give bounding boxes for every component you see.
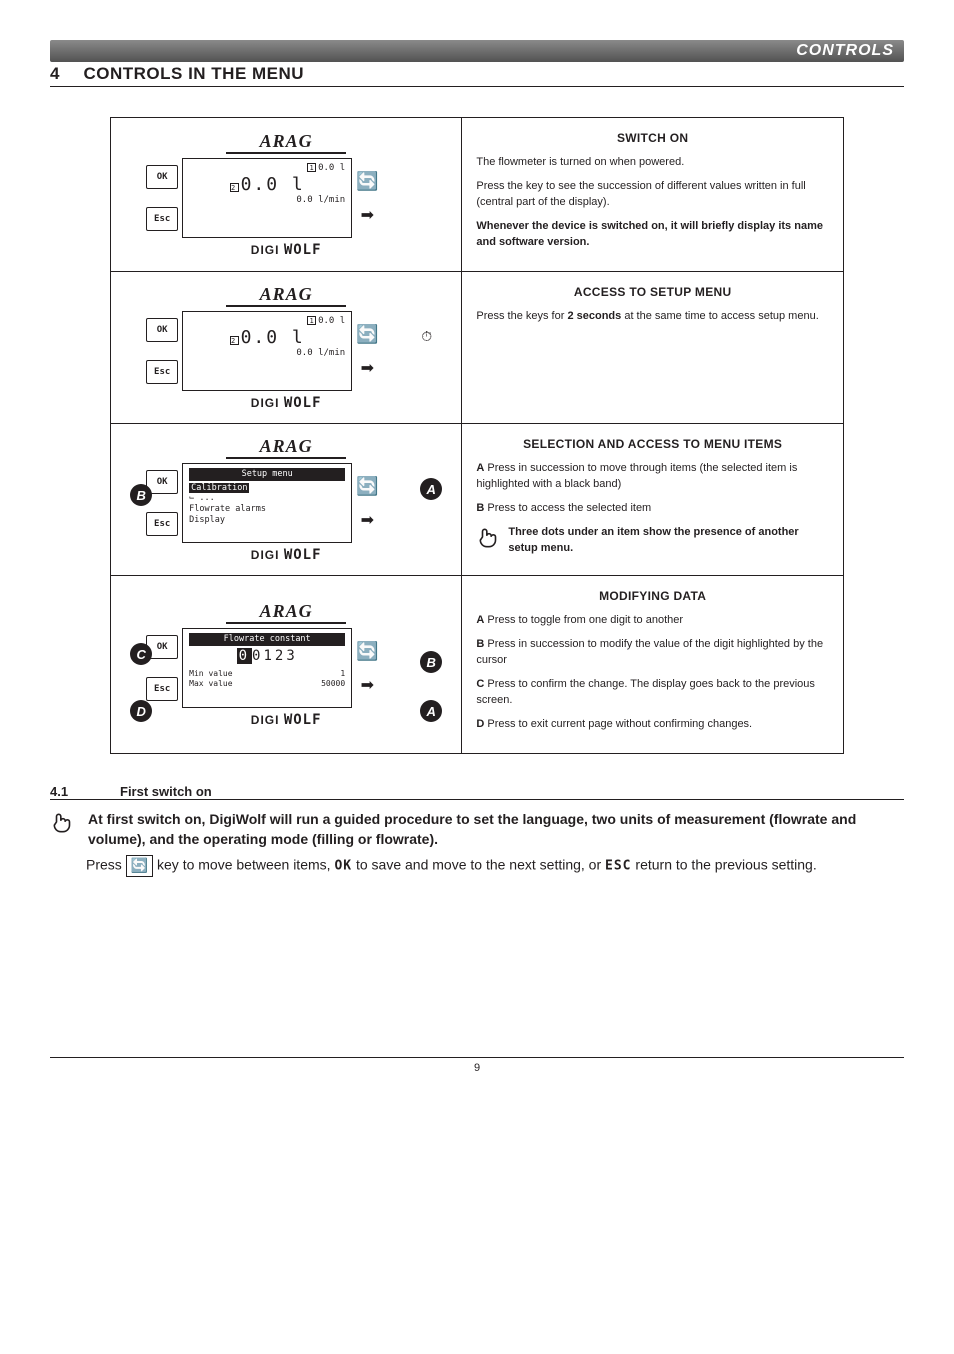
device-illustration: ARAG OK Esc 10.0 l 20.0 l 0.0 l/min 🔄 ➡ <box>111 118 462 271</box>
device-illustration: ARAG OK Esc Setup menu Calibration ⌙ ...… <box>111 424 462 575</box>
description-cell: MODIFYING DATA A Press to toggle from on… <box>462 576 843 753</box>
device-screen: Setup menu Calibration ⌙ ... Flowrate al… <box>182 463 352 543</box>
digi-wolf-logo: DIGI WOLF <box>146 242 426 258</box>
row-title: SWITCH ON <box>476 130 829 147</box>
row-title: MODIFYING DATA <box>476 588 829 605</box>
note: Three dots under an item show the presen… <box>476 525 829 557</box>
text: Whenever the device is switched on, it w… <box>476 219 829 251</box>
brand-logo: ARAG <box>226 131 346 154</box>
digi-wolf-logo: DIGI WOLF <box>146 712 426 728</box>
indicator-1: 1 <box>307 316 316 325</box>
text: The flowmeter is turned on when powered. <box>476 155 829 171</box>
row-title: SELECTION AND ACCESS TO MENU ITEMS <box>476 436 829 453</box>
brand-logo: ARAG <box>226 601 346 624</box>
max-value: 50000 <box>321 679 345 689</box>
esc-button[interactable]: Esc <box>146 207 178 231</box>
screen-top-value: 0.0 l <box>318 163 345 173</box>
subsection-title: First switch on <box>120 784 212 799</box>
arrow-right-icon[interactable]: ➡ <box>361 208 374 224</box>
callout-a: A <box>420 700 442 722</box>
cycle-icon[interactable]: 🔄 <box>356 642 378 660</box>
clock-icon: ⏱ <box>421 328 432 345</box>
min-value: 1 <box>340 669 345 679</box>
digi-wolf-logo: DIGI WOLF <box>146 395 426 411</box>
cursor-digit: 0 <box>237 648 252 664</box>
indicator-2: 2 <box>230 183 239 192</box>
esc-button[interactable]: Esc <box>146 677 178 701</box>
ok-button[interactable]: OK <box>146 318 178 342</box>
section-title-row: 4 CONTROLS IN THE MENU <box>50 64 904 87</box>
cycle-icon[interactable]: 🔄 <box>356 325 378 343</box>
menu-item-dots: ⌙ ... <box>189 493 215 503</box>
menu-title: Setup menu <box>189 468 345 481</box>
header-bar-label: CONTROLS <box>796 40 894 62</box>
edit-digits: 0123 <box>252 648 298 664</box>
max-label: Max value <box>189 679 232 689</box>
ok-label: OK <box>334 859 352 874</box>
brand-logo: ARAG <box>226 284 346 307</box>
table-row: ARAG OK Esc Flowrate constant 00123 Min … <box>111 576 843 753</box>
controls-table: ARAG OK Esc 10.0 l 20.0 l 0.0 l/min 🔄 ➡ <box>110 117 844 754</box>
table-row: ARAG OK Esc 10.0 l 20.0 l 0.0 l/min 🔄 ➡ <box>111 118 843 272</box>
section-number: 4 <box>50 64 59 84</box>
text: B Press to access the selected item <box>476 501 829 517</box>
press-instruction: Press 🔄 key to move between items, OK to… <box>86 855 904 877</box>
device-screen: 10.0 l 20.0 l 0.0 l/min <box>182 311 352 391</box>
text: C Press to confirm the change. The displ… <box>476 677 829 709</box>
text: B Press in succession to modify the valu… <box>476 637 829 669</box>
device-screen: Flowrate constant 00123 Min value 1 Max v… <box>182 628 352 708</box>
cycle-icon[interactable]: 🔄 <box>356 477 378 495</box>
text: Press the key to see the succession of d… <box>476 179 829 211</box>
hand-icon <box>50 810 76 839</box>
menu-item: Display <box>189 515 225 525</box>
description-cell: SWITCH ON The flowmeter is turned on whe… <box>462 118 843 271</box>
min-label: Min value <box>189 669 232 679</box>
edit-title: Flowrate constant <box>189 633 345 646</box>
first-switch-note: At first switch on, DigiWolf will run a … <box>50 810 904 849</box>
header-bar: CONTROLS <box>50 40 904 62</box>
callout-b: B <box>420 651 442 673</box>
esc-button[interactable]: Esc <box>146 512 178 536</box>
screen-top-value: 0.0 l <box>318 316 345 326</box>
cycle-icon[interactable]: 🔄 <box>356 172 378 190</box>
brand-logo: ARAG <box>226 436 346 459</box>
note-text: At first switch on, DigiWolf will run a … <box>88 810 904 849</box>
callout-a: A <box>420 478 442 500</box>
ok-button[interactable]: OK <box>146 165 178 189</box>
text: A Press in succession to move through it… <box>476 461 829 493</box>
page-number: 9 <box>50 1057 904 1074</box>
note-text: Three dots under an item show the presen… <box>508 525 829 557</box>
table-row: ARAG OK Esc 10.0 l 20.0 l 0.0 l/min 🔄 ➡ <box>111 272 843 424</box>
section-title: CONTROLS IN THE MENU <box>83 64 304 84</box>
description-cell: SELECTION AND ACCESS TO MENU ITEMS A Pre… <box>462 424 843 575</box>
hand-icon <box>476 525 502 557</box>
esc-button[interactable]: Esc <box>146 360 178 384</box>
description-cell: ACCESS TO SETUP MENU Press the keys for … <box>462 272 843 423</box>
text: Press the keys for 2 seconds at the same… <box>476 309 829 325</box>
digi-wolf-logo: DIGI WOLF <box>146 547 426 563</box>
screen-bottom-value: 0.0 l/min <box>189 348 345 359</box>
row-title: ACCESS TO SETUP MENU <box>476 284 829 301</box>
device-illustration: ARAG OK Esc Flowrate constant 00123 Min … <box>111 576 462 753</box>
device-screen: 10.0 l 20.0 l 0.0 l/min <box>182 158 352 238</box>
device-illustration: ARAG OK Esc 10.0 l 20.0 l 0.0 l/min 🔄 ➡ <box>111 272 462 423</box>
text: A Press to toggle from one digit to anot… <box>476 613 829 629</box>
arrow-right-icon[interactable]: ➡ <box>361 361 374 377</box>
indicator-1: 1 <box>307 163 316 172</box>
screen-main-value: 0.0 l <box>241 174 305 195</box>
text: D Press to exit current page without con… <box>476 717 829 733</box>
arrow-right-icon[interactable]: ➡ <box>361 513 374 529</box>
subsection-title-row: 4.1 First switch on <box>50 784 904 800</box>
menu-item-selected: Calibration <box>189 483 249 493</box>
menu-item: Flowrate alarms <box>189 504 266 514</box>
screen-main-value: 0.0 l <box>241 327 305 348</box>
cycle-key-icon: 🔄 <box>126 855 153 877</box>
arrow-right-icon[interactable]: ➡ <box>361 678 374 694</box>
screen-bottom-value: 0.0 l/min <box>189 195 345 206</box>
table-row: ARAG OK Esc Setup menu Calibration ⌙ ...… <box>111 424 843 576</box>
esc-label: ESC <box>605 859 631 874</box>
indicator-2: 2 <box>230 336 239 345</box>
subsection-number: 4.1 <box>50 784 120 799</box>
